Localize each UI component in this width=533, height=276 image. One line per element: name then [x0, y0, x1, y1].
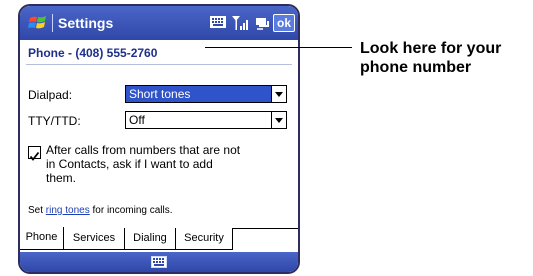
ring-tones-link[interactable]: ring tones [46, 205, 90, 216]
checkmark-icon [29, 151, 40, 161]
ok-button[interactable]: ok [273, 14, 295, 32]
device-screen: Settings ok Phone - (408) 555-2760 Dialp… [18, 4, 300, 274]
callout-line-1: Look here for your [360, 40, 502, 57]
dialpad-value: Short tones [129, 87, 191, 101]
tab-strip: Phone Services Dialing Security [20, 227, 298, 252]
tty-value: Off [129, 113, 145, 127]
header-divider [26, 64, 292, 65]
checkbox-label-line-3: them. [46, 171, 77, 185]
tty-dropdown[interactable]: Off [125, 111, 287, 129]
ring-tones-text: Set ring tones for incoming calls. [28, 205, 173, 216]
tty-label: TTY/TTD: [28, 114, 81, 128]
bottom-menu-bar [20, 252, 298, 272]
checkbox-label-line-2: in Contacts, ask if I want to add [46, 157, 213, 171]
tab-dialing[interactable]: Dialing [124, 228, 176, 250]
checkbox-label-line-1: After calls from numbers that are not [46, 143, 241, 157]
add-contacts-checkbox[interactable] [28, 146, 41, 161]
keyboard-icon[interactable] [151, 256, 167, 268]
callout-annotation: Look here for your phone number [360, 39, 501, 77]
add-contacts-checkbox-label[interactable]: After calls from numbers that are not in… [46, 143, 290, 185]
title-bar: Settings ok [20, 6, 298, 40]
callout-line-2: phone number [360, 59, 472, 76]
connectivity-icon[interactable] [255, 15, 271, 31]
keyboard-icon[interactable] [210, 16, 226, 28]
title-separator [52, 14, 53, 32]
tab-services[interactable]: Services [63, 228, 125, 250]
callout-leader-line [205, 47, 352, 48]
windows-flag-icon[interactable] [28, 14, 48, 32]
signal-strength-icon[interactable] [231, 14, 251, 32]
dialpad-dropdown-button[interactable] [271, 86, 286, 102]
ring-tones-suffix: for incoming calls. [89, 205, 173, 216]
phone-number-header: Phone - (408) 555-2760 [28, 46, 158, 60]
app-title: Settings [58, 15, 114, 31]
ring-tones-prefix: Set [28, 205, 46, 216]
chevron-down-icon [275, 118, 283, 123]
tty-dropdown-button[interactable] [271, 112, 286, 128]
chevron-down-icon [275, 92, 283, 97]
dialpad-dropdown[interactable]: Short tones [125, 85, 287, 103]
dialpad-label: Dialpad: [28, 88, 73, 102]
tab-phone[interactable]: Phone [20, 227, 64, 250]
tab-security[interactable]: Security [175, 228, 233, 250]
